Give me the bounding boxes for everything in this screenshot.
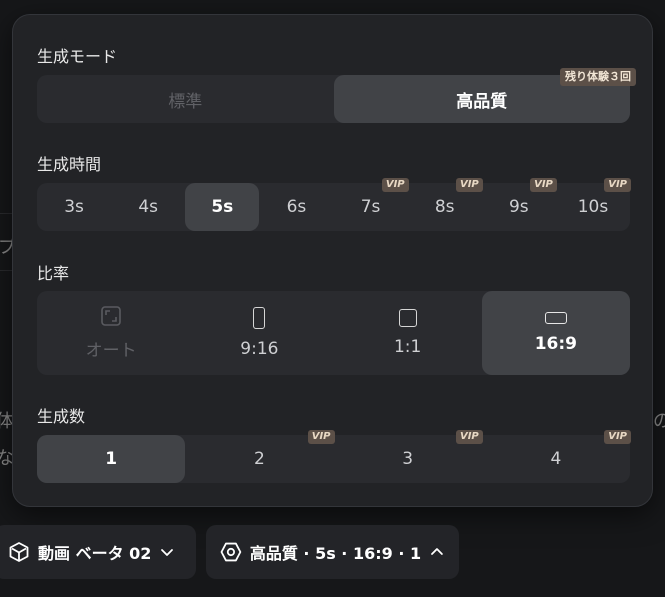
vip-badge: VIP [604,430,631,444]
duration-option-label: 10s [577,197,609,217]
count-selector: 1 2 VIP 3 VIP 4 VIP [37,430,631,483]
generation-settings-popover: 生成モード 標準 高品質 残り体験３回 生成時間 3s 4s 5s 6s 7s … [12,14,653,507]
duration-option-10s[interactable]: 10s VIP [556,178,631,231]
duration-option-label: 4s [138,197,159,217]
count-option-label: 3 [402,449,414,469]
mode-selector: 標準 高品質 残り体験３回 [37,68,636,123]
duration-option-label: 5s [211,197,234,217]
count-option-3[interactable]: 3 VIP [334,430,483,483]
duration-option-6s[interactable]: 6s [259,183,333,231]
background-fragment: の [653,411,665,432]
count-option-2[interactable]: 2 VIP [185,430,335,483]
remaining-trials-badge: 残り体験３回 [560,68,636,86]
duration-option-4s[interactable]: 4s [111,183,185,231]
count-option-4[interactable]: 4 VIP [482,430,631,483]
mode-option-high-quality[interactable]: 高品質 残り体験３回 [333,68,636,123]
ratio-option-1-1[interactable]: 1:1 [334,291,482,375]
duration-section-title: 生成時間 [37,155,102,174]
background-divider [0,270,12,271]
ratio-option-label: 1:1 [393,337,422,357]
portrait-ratio-icon [253,307,266,329]
duration-option-8s[interactable]: 8s VIP [408,178,483,231]
duration-option-3s[interactable]: 3s [37,183,111,231]
generation-settings-button[interactable]: 高品質 · 5s · 16:9 · 1 [206,525,459,579]
duration-option-label: 8s [434,197,455,217]
ratio-option-9-16[interactable]: 9:16 [185,291,333,375]
ratio-option-label: 9:16 [240,339,279,359]
ratio-option-label: オート [85,340,137,361]
count-option-label: 2 [253,449,265,469]
count-option-label: 1 [105,449,118,469]
landscape-ratio-icon [544,312,567,324]
model-select-button[interactable]: 動画 ベータ 02 [0,525,196,579]
vip-badge: VIP [381,178,409,192]
ratio-option-label: 16:9 [534,334,578,354]
duration-option-7s[interactable]: 7s VIP [334,178,409,231]
vip-badge: VIP [530,178,557,192]
vip-badge: VIP [307,430,335,444]
vip-badge: VIP [604,178,631,192]
hexagon-settings-icon [220,542,242,562]
mode-option-label: 高品質 [456,91,508,112]
ratio-selector: オート 9:16 1:1 16:9 [37,291,630,375]
mode-section-title: 生成モード [37,47,118,66]
duration-option-label: 7s [360,197,381,217]
duration-option-5s[interactable]: 5s [185,183,260,231]
count-option-label: 4 [550,449,562,469]
duration-option-9s[interactable]: 9s VIP [482,178,557,231]
duration-option-label: 9s [508,197,529,217]
mode-option-standard[interactable]: 標準 [37,75,334,123]
background-divider [0,213,12,214]
cube-icon [9,542,29,562]
chevron-down-icon [161,549,174,556]
ratio-option-auto[interactable]: オート [37,291,185,375]
auto-ratio-icon [101,305,121,326]
vip-badge: VIP [455,430,483,444]
duration-selector: 3s 4s 5s 6s 7s VIP 8s VIP 9s VIP 10s VIP [37,178,631,231]
vip-badge: VIP [455,178,483,192]
count-section-title: 生成数 [37,407,86,426]
duration-option-label: 3s [64,197,84,217]
chevron-up-icon [431,548,443,555]
ratio-section-title: 比率 [37,264,70,283]
generation-settings-label: 高品質 · 5s · 16:9 · 1 [249,544,422,563]
duration-option-label: 6s [286,197,307,217]
count-option-1[interactable]: 1 [37,435,186,483]
ratio-option-16-9[interactable]: 16:9 [481,291,630,375]
square-ratio-icon [398,309,417,327]
model-select-label: 動画 ベータ 02 [38,544,152,563]
mode-option-label: 標準 [168,91,203,112]
